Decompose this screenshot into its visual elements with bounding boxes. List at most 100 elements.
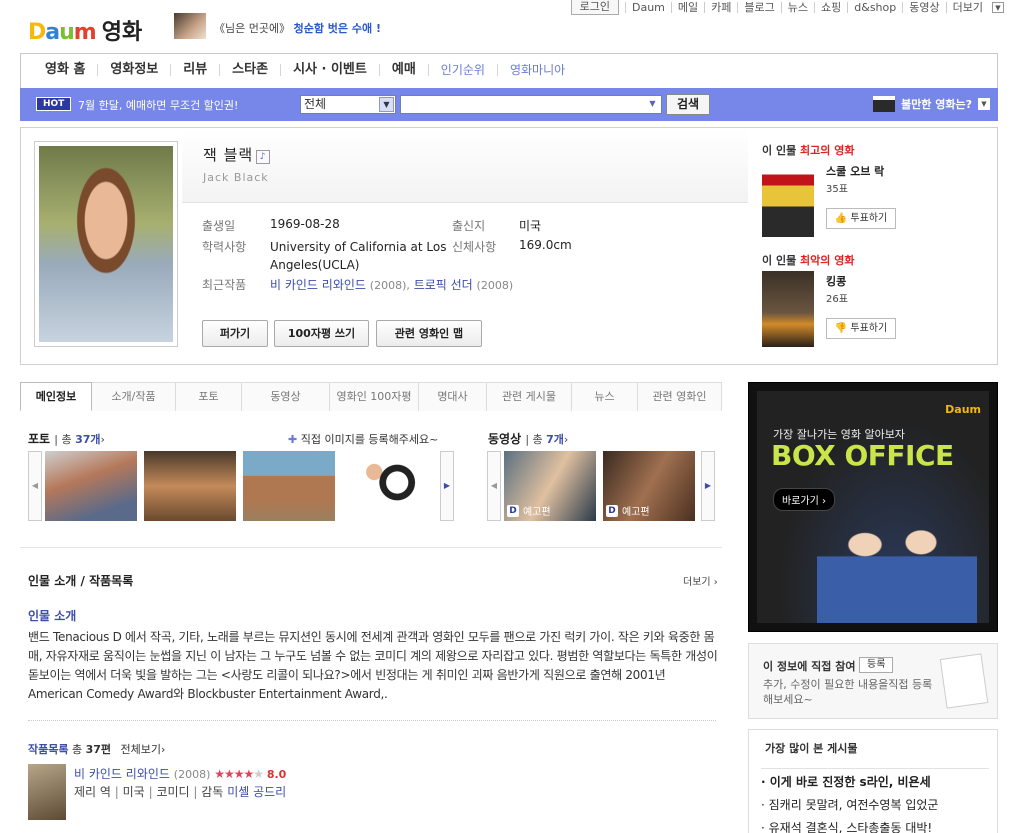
tab-intro-works[interactable]: 소개/작품 [92, 382, 176, 411]
top-nav: 로그인 Daum 메일 카페 블로그 뉴스 쇼핑 d&shop 동영상 더보기 … [570, 0, 1004, 15]
video-count-value: 7개 [546, 433, 564, 446]
top-nav-dshop[interactable]: d&shop [847, 2, 902, 13]
film-title-link[interactable]: 비 카인드 리와인드 [74, 767, 170, 781]
person-name: 잭 블랙 ♪ [203, 144, 271, 165]
person-photo[interactable] [34, 141, 178, 347]
login-button[interactable]: 로그인 [570, 0, 619, 15]
nav-review[interactable]: 리뷰 [170, 63, 219, 76]
photo-prev-arrow[interactable]: ◀ [28, 451, 42, 521]
photo-thumbnail[interactable] [243, 451, 335, 521]
chevron-down-icon[interactable]: ▼ [978, 98, 990, 110]
worst-vote-button[interactable]: 👎 투표하기 [826, 318, 896, 339]
daum-movie-logo[interactable]: Daum 영화 [28, 14, 142, 46]
promo-thumbnail[interactable] [174, 13, 206, 39]
promo-prefix: 《님은 먼곳에》 [214, 22, 291, 35]
box-office-ad[interactable]: Daum 가장 잘나가는 영화 알아보자 BOX OFFICE 바로가기 › [748, 382, 998, 632]
tab-main-info[interactable]: 메인정보 [20, 382, 92, 411]
popular-post-item[interactable]: · 이게 바로 진정한 s라인, 비욘세 [761, 771, 989, 794]
tab-news[interactable]: 뉴스 [572, 382, 638, 411]
photo-next-arrow[interactable]: ▶ [440, 451, 454, 521]
popular-post-item[interactable]: · 유재석 결혼식, 스타총출동 대박! [761, 817, 989, 833]
video-next-arrow[interactable]: ▶ [701, 451, 715, 521]
related-people-map-button[interactable]: 관련 영화인 맵 [376, 320, 482, 347]
tab-review[interactable]: 영화인 100자평 [330, 382, 419, 411]
video-section-title: 동영상 | 총 7개› [488, 430, 568, 447]
bio-more-link[interactable]: 더보기 › [683, 573, 718, 588]
film-poster[interactable] [28, 764, 66, 820]
tab-quotes[interactable]: 명대사 [419, 382, 487, 411]
hot-badge: HOT [36, 97, 72, 111]
best-title-prefix: 이 인물 [762, 144, 801, 157]
ad-banner: Daum 가장 잘나가는 영화 알아보자 BOX OFFICE 바로가기 › [757, 391, 989, 623]
bio-section-title: 인물 소개 / 작품목록 [28, 574, 134, 588]
photo-thumbnail[interactable] [342, 451, 434, 521]
nav-movie-mania[interactable]: 영화마니아 [496, 64, 577, 76]
photo-register-link[interactable]: ✚ 직접 이미지를 등록해주세요~ [288, 431, 438, 447]
video-prev-arrow[interactable]: ◀ [487, 451, 501, 521]
search-category-select[interactable]: 전체 ▼ [300, 95, 396, 114]
chevron-down-icon[interactable]: ▼ [992, 2, 1004, 13]
nav-popular-rank[interactable]: 인기순위 [427, 64, 497, 76]
best-film-poster[interactable] [762, 161, 814, 237]
more-label: 더보기 [683, 577, 711, 588]
complaint-link[interactable]: 불만한 영화는? ▼ [873, 96, 990, 112]
ad-daum-logo: Daum [945, 403, 981, 416]
photo-count[interactable]: | 총 37개› [54, 433, 105, 446]
top-nav-blog[interactable]: 블로그 [737, 2, 780, 13]
tab-video[interactable]: 동영상 [242, 382, 330, 411]
search-button[interactable]: 검색 [666, 94, 710, 115]
share-button[interactable]: 퍼가기 [202, 320, 268, 347]
best-film-name[interactable]: 스쿨 오브 락 [826, 163, 884, 179]
video-title: 동영상 [488, 432, 522, 446]
filmography-title: 작품목록 [28, 743, 69, 756]
film-country: 미국 [122, 785, 145, 799]
worst-title-prefix: 이 인물 [762, 254, 801, 267]
hot-promo-link[interactable]: 7월 한달, 예매하면 무조건 할인권! [78, 97, 238, 113]
nav-movie-info[interactable]: 영화정보 [97, 63, 170, 76]
top-nav-cafe[interactable]: 카페 [704, 2, 737, 13]
top-nav-daum[interactable]: Daum [624, 2, 671, 13]
chevron-down-icon[interactable]: ▼ [645, 97, 660, 112]
photo-thumbnail[interactable] [144, 451, 236, 521]
top-nav-more[interactable]: 더보기 [945, 2, 989, 13]
ad-go-button[interactable]: 바로가기 › [773, 488, 835, 511]
video-count[interactable]: | 총 7개› [525, 433, 568, 446]
worst-film-name[interactable]: 킹콩 [826, 273, 846, 289]
daum-tv-icon: D [606, 504, 618, 517]
video-thumbnail[interactable]: D 예고편 [603, 451, 695, 521]
count-prefix: 총 [61, 433, 76, 446]
film-title-row: 비 카인드 리와인드 (2008) ★★★★★ 8.0 [74, 765, 286, 782]
video-label-text: 예고편 [622, 507, 650, 518]
birthplace-label: 출신지 [452, 219, 486, 233]
participate-register-button[interactable]: 등록 [859, 657, 894, 673]
tab-photo[interactable]: 포토 [176, 382, 242, 411]
popular-post-item[interactable]: · 짐캐리 못말려, 여전수영복 입었군 [761, 794, 989, 817]
tab-related-posts[interactable]: 관련 게시물 [487, 382, 572, 411]
tab-related-people[interactable]: 관련 영화인 [638, 382, 722, 411]
search-input[interactable]: ▼ [400, 95, 662, 114]
video-thumbnail[interactable]: D 예고편 [504, 451, 596, 521]
film-director-link[interactable]: 미셸 공드리 [227, 785, 286, 799]
recent-work-link[interactable]: 트로픽 선더 [414, 278, 473, 292]
top-nav-video[interactable]: 동영상 [902, 2, 945, 13]
promo-link[interactable]: 《님은 먼곳에》 청순함 벗은 수애 ! [214, 20, 381, 36]
clapperboard-icon [873, 96, 896, 112]
recent-work-link[interactable]: 비 카인드 리와인드 [270, 278, 366, 292]
filmography-view-all[interactable]: 전체보기› [121, 743, 166, 756]
best-vote-button[interactable]: 👍 투표하기 [826, 208, 896, 229]
write-review-button[interactable]: 100자평 쓰기 [274, 320, 369, 347]
popular-posts: 가장 많이 본 게시물 · 이게 바로 진정한 s라인, 비욘세 · 짐캐리 못… [748, 729, 998, 833]
top-nav-shopping[interactable]: 쇼핑 [814, 2, 847, 13]
audio-pronounce-icon[interactable]: ♪ [256, 150, 271, 164]
nav-preview-event[interactable]: 시사 · 이벤트 [280, 63, 379, 76]
complaint-label: 불만한 영화는? [901, 98, 972, 111]
nav-starzone[interactable]: 스타존 [219, 63, 280, 76]
photo-thumbnail[interactable] [45, 451, 137, 521]
worst-film-poster[interactable] [762, 271, 814, 347]
top-nav-news[interactable]: 뉴스 [780, 2, 814, 13]
nav-booking[interactable]: 예매 [378, 63, 428, 76]
nav-movie-home[interactable]: 영화 홈 [33, 63, 97, 76]
chevron-down-icon[interactable]: ▼ [379, 97, 394, 112]
filmography-count: 37편 [85, 743, 112, 756]
top-nav-mail[interactable]: 메일 [670, 2, 704, 13]
